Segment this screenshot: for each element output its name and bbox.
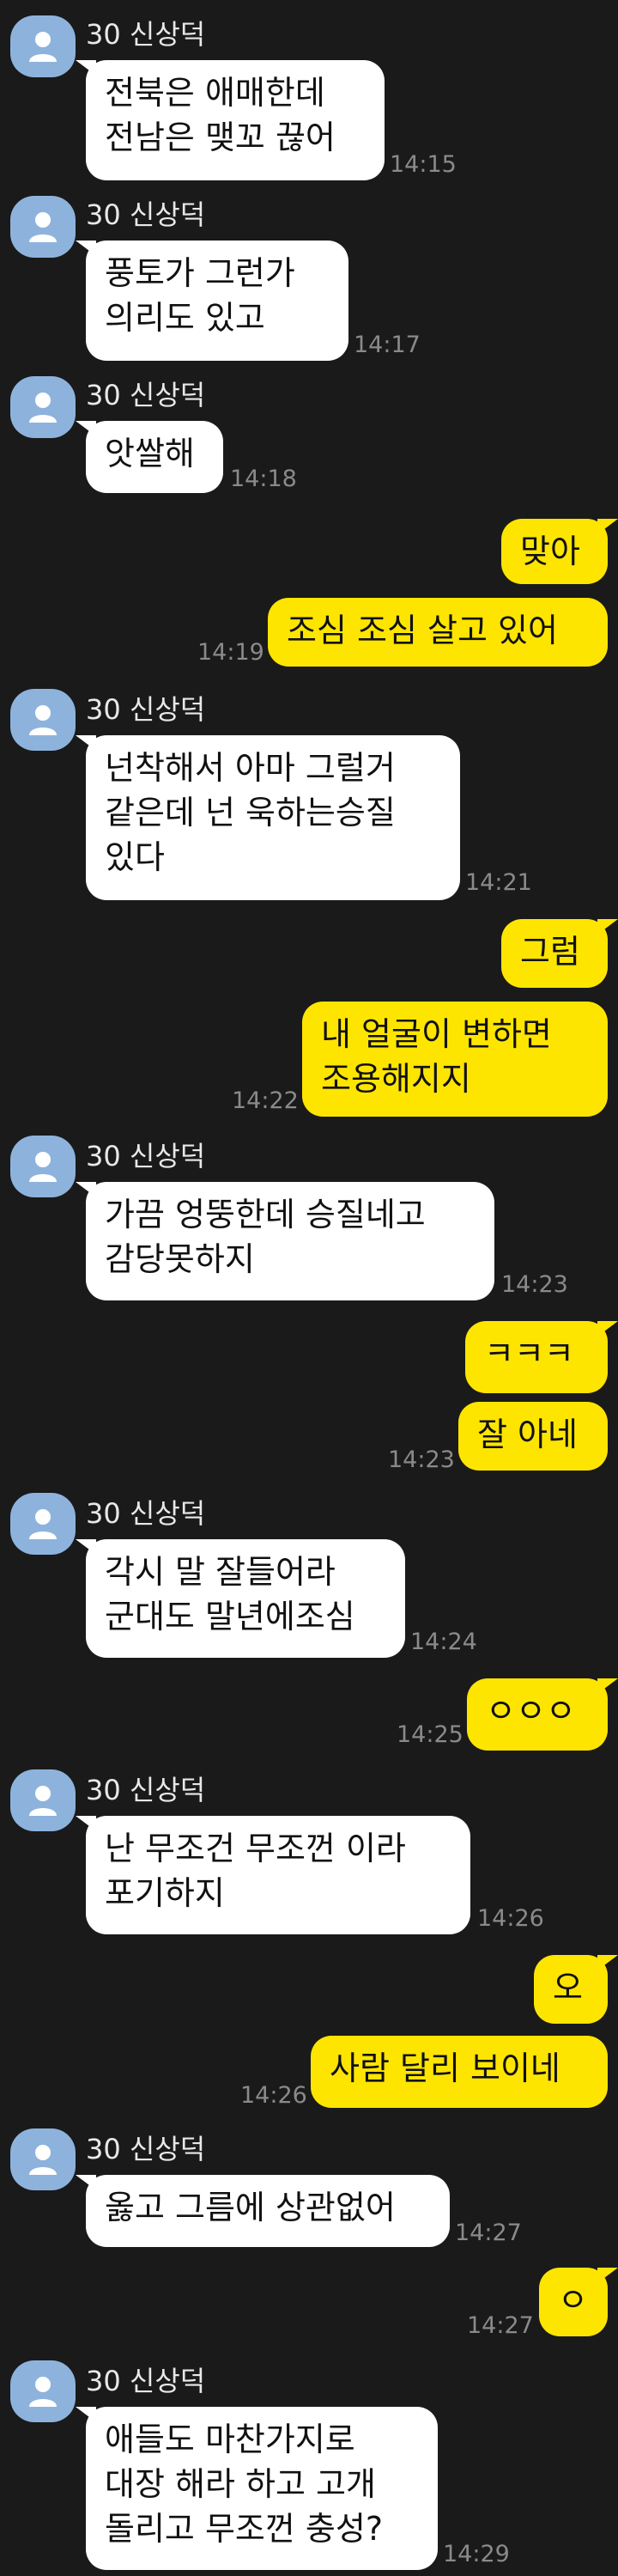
message-time: 14:23 [501, 1271, 568, 1298]
sender-name: 30 신상덕 [86, 1774, 206, 1806]
message-time: 14:24 [410, 1629, 477, 1655]
message-bubble-sent[interactable]: 오 [534, 1955, 618, 2024]
message-bubble-received[interactable]: 애들도 마찬가지로 대장 해라 하고 고개 돌리고 무조껀 충성? [76, 2407, 438, 2570]
avatar[interactable] [10, 2360, 76, 2422]
message-bubble-sent[interactable]: 내 얼굴이 변하면 조용해지지 [302, 1002, 608, 1117]
person-icon [29, 32, 57, 62]
sender-name: 30 신상덕 [86, 1140, 206, 1172]
message-time: 14:23 [388, 1446, 455, 1473]
message-bubble-received[interactable]: 가끔 엉뚱한데 승질네고 감당못하지 [76, 1182, 494, 1300]
message-time: 14:17 [354, 332, 421, 358]
person-icon [29, 1786, 57, 1816]
avatar[interactable] [10, 376, 76, 438]
message-time: 14:22 [232, 1087, 299, 1114]
message-bubble-received[interactable]: 앗쌀해 [76, 421, 223, 493]
message-time: 14:15 [390, 151, 457, 178]
person-icon [29, 212, 57, 242]
message-bubble-sent[interactable]: 맞아 [501, 519, 618, 584]
person-icon [29, 1509, 57, 1539]
avatar[interactable] [10, 1493, 76, 1555]
sender-name: 30 신상덕 [86, 379, 206, 411]
message-bubble-received[interactable]: 각시 말 잘들어라 군대도 말년에조심 [76, 1539, 405, 1658]
person-icon [29, 393, 57, 423]
message-bubble-sent[interactable]: 잘 아네 [458, 1402, 608, 1471]
message-bubble-received[interactable]: 풍토가 그런가 의리도 있고 [76, 241, 348, 361]
message-time: 14:19 [197, 639, 264, 666]
message-time: 14:27 [455, 2220, 522, 2246]
message-time: 14:29 [443, 2541, 510, 2567]
message-bubble-sent[interactable]: ㅇㅇㅇ [467, 1678, 618, 1751]
avatar[interactable] [10, 689, 76, 751]
sender-name: 30 신상덕 [86, 693, 206, 726]
avatar[interactable] [10, 1136, 76, 1197]
message-time: 14:26 [477, 1905, 544, 1932]
person-icon [29, 1152, 57, 1182]
message-bubble-sent[interactable]: ㅇ [539, 2268, 618, 2336]
message-bubble-sent[interactable]: ㅋㅋㅋ [465, 1321, 618, 1393]
message-time: 14:27 [467, 2312, 534, 2339]
sender-name: 30 신상덕 [86, 198, 206, 231]
message-time: 14:26 [240, 2082, 307, 2109]
message-bubble-received[interactable]: 전북은 애매한데 전남은 맺꼬 끊어 [76, 60, 385, 180]
message-bubble-received[interactable]: 옳고 그름에 상관없어 [76, 2175, 450, 2247]
sender-name: 30 신상덕 [86, 18, 206, 51]
person-icon [29, 705, 57, 735]
message-bubble-sent[interactable]: 사람 달리 보이네 [311, 2036, 608, 2108]
avatar[interactable] [10, 1769, 76, 1831]
avatar[interactable] [10, 196, 76, 258]
avatar[interactable] [10, 2128, 76, 2190]
sender-name: 30 신상덕 [86, 2133, 206, 2165]
message-time: 14:25 [397, 1721, 464, 1748]
sender-name: 30 신상덕 [86, 1497, 206, 1530]
message-bubble-sent[interactable]: 조심 조심 살고 있어 [268, 598, 608, 667]
person-icon [29, 2145, 57, 2175]
message-bubble-sent[interactable]: 그럼 [501, 919, 618, 988]
avatar[interactable] [10, 15, 76, 77]
sender-name: 30 신상덕 [86, 2365, 206, 2397]
message-bubble-received[interactable]: 난 무조건 무조껀 이라 포기하지 [76, 1816, 470, 1934]
message-time: 14:18 [230, 466, 297, 492]
message-bubble-received[interactable]: 넌착해서 아마 그럴거 같은데 넌 욱하는승질 있다 [76, 735, 460, 900]
message-time: 14:21 [465, 869, 532, 896]
chat-thread: 30 신상덕 전북은 애매한데 전남은 맺꼬 끊어 14:15 30 신상덕 풍… [0, 0, 618, 2576]
person-icon [29, 2377, 57, 2407]
